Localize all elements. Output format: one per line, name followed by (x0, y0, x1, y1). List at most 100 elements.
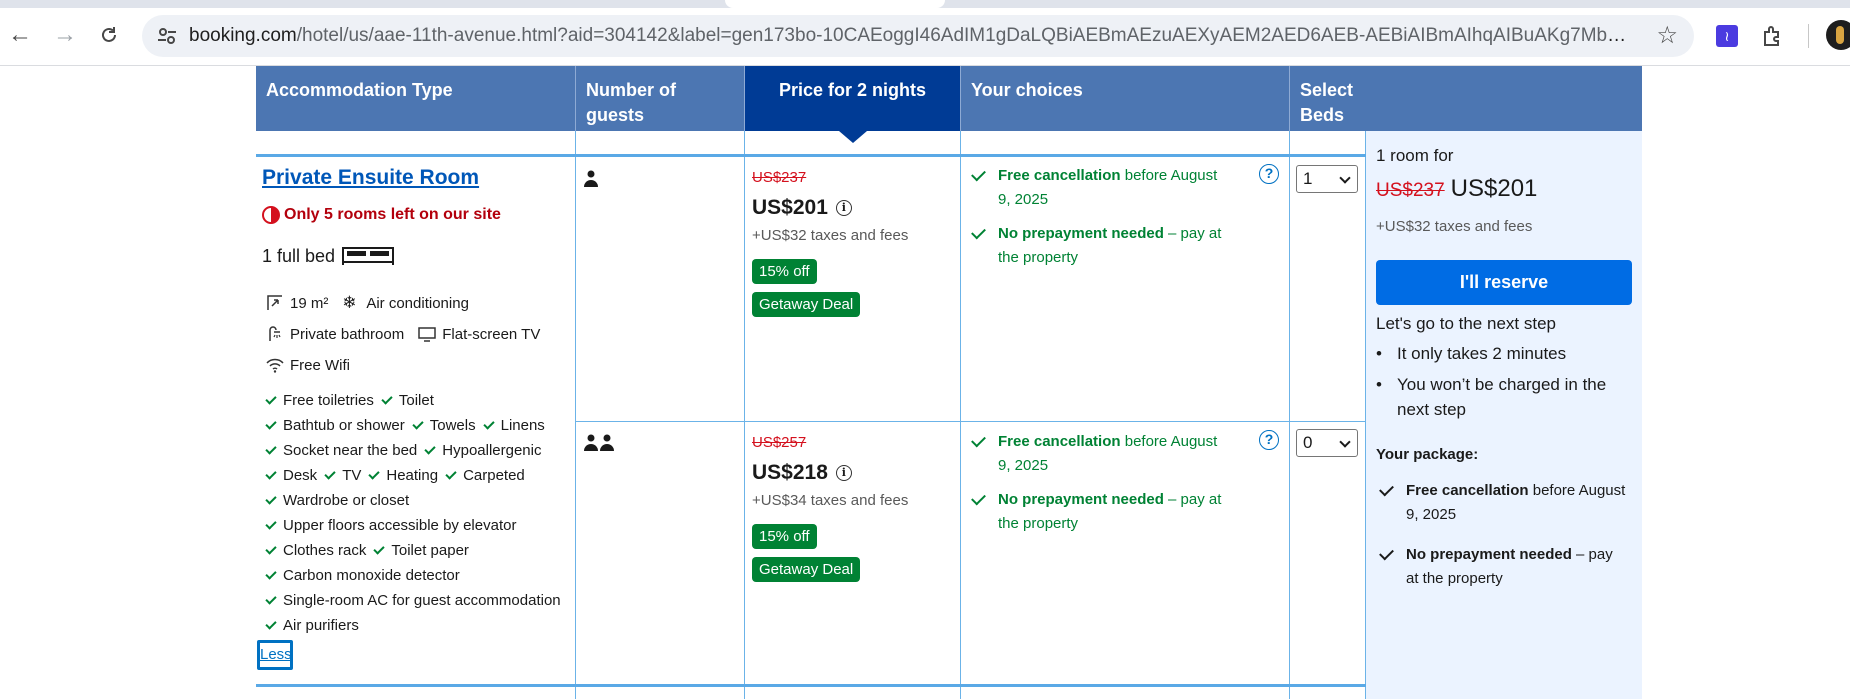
facilities-row: 19 m² ❄ Air conditioning (266, 294, 469, 312)
facilities-row: Private bathroom Flat-screen TV (266, 325, 540, 343)
amenity-row: Free toiletries Toilet (262, 392, 434, 409)
address-bar[interactable]: booking.com/hotel/us/aae-11th-avenue.htm… (142, 15, 1694, 57)
column-divider (1289, 131, 1290, 699)
deal-badge: Getaway Deal (752, 292, 861, 317)
amenity-item: Hypoallergenic (442, 442, 542, 459)
sort-indicator (839, 131, 867, 143)
amenity-item: Bathtub or shower (283, 417, 405, 434)
avatar-figure (1836, 26, 1844, 44)
column-divider (744, 131, 745, 699)
url-path: /hotel/us/aae-11th-avenue.html?aid=30414… (296, 25, 1629, 46)
bookmark-star-icon[interactable]: ☆ (1656, 23, 1678, 49)
room-size-icon (267, 295, 282, 310)
prepay-bold: No prepayment needed (998, 225, 1164, 242)
amenity-item: Carbon monoxide detector (283, 567, 460, 584)
amenity-row: Bathtub or shower Towels Linens (262, 417, 545, 434)
amenity-item: Free toiletries (283, 392, 374, 409)
table-header: Accommodation Type Number of guests Pric… (256, 66, 1642, 131)
active-tab[interactable] (725, 0, 945, 8)
chevron-down-icon (1339, 436, 1351, 448)
less-link[interactable]: Less (257, 640, 293, 670)
amenity-row: Single-room AC for guest accommodation (262, 592, 561, 609)
back-icon[interactable]: ← (5, 20, 35, 50)
info-icon[interactable]: i (835, 200, 852, 216)
extensions-puzzle-icon[interactable] (1760, 23, 1786, 49)
check-icon (324, 467, 336, 480)
check-icon (368, 467, 381, 480)
tv-icon (418, 327, 436, 342)
amenity-item: TV (342, 467, 362, 484)
scarcity-message: Only 5 rooms left on our site (262, 206, 501, 224)
prepay-bold: No prepayment needed (998, 491, 1164, 508)
amenity-item: Towels (429, 417, 476, 434)
site-settings-icon[interactable] (156, 25, 178, 47)
column-divider (960, 131, 961, 699)
facility-wifi: Free Wifi (290, 356, 350, 374)
check-icon (265, 592, 277, 605)
summary-old-price: US$237 (1376, 180, 1445, 201)
check-icon (445, 467, 457, 480)
browser-toolbar: ← → booking.com/hotel/us/aae-11th-avenue… (0, 0, 1850, 66)
facility-tv: Flat-screen TV (442, 325, 541, 343)
reload-icon[interactable] (94, 20, 124, 50)
next-step-text: Let's go to the next step (1376, 314, 1556, 333)
cancel-bold: Free cancellation (998, 167, 1121, 184)
facility-ac: Air conditioning (366, 294, 469, 312)
summary-price: US$237 US$201 (1376, 175, 1537, 203)
row-divider (575, 421, 1366, 422)
check-icon (373, 542, 386, 555)
room-quantity-select[interactable]: 1 (1296, 165, 1358, 193)
check-icon (265, 567, 277, 580)
amenity-item: Wardrobe or closet (283, 492, 410, 509)
package-cancellation: Free cancellation before August 9, 2025 (1376, 479, 1626, 527)
summary-taxes: +US$32 taxes and fees (1376, 218, 1533, 235)
help-question-icon[interactable]: ? (1259, 164, 1279, 184)
info-icon[interactable]: i (835, 465, 852, 481)
summary-new-price: US$201 (1450, 175, 1538, 202)
amenity-row: Upper floors accessible by elevator (262, 517, 516, 534)
package-prepayment: No prepayment needed – pay at the proper… (1376, 543, 1626, 591)
toolbar-separator (1808, 24, 1809, 48)
header-price[interactable]: Price for 2 nights (745, 66, 961, 131)
url-text[interactable]: booking.com/hotel/us/aae-11th-avenue.htm… (189, 25, 1629, 47)
check-icon (265, 442, 277, 455)
bullet-text: It only takes 2 minutes (1397, 344, 1567, 363)
column-divider (575, 131, 576, 699)
profile-avatar[interactable] (1826, 20, 1850, 50)
check-icon (265, 542, 277, 555)
price-value: US$201 (752, 196, 828, 219)
select-value: 1 (1303, 169, 1313, 188)
tab-strip (0, 0, 1850, 8)
amenity-row: Clothes rack Toilet paper (262, 542, 469, 559)
cancellation-policy: Free cancellation before August 9, 2025 (968, 430, 1228, 478)
bed-info: 1 full bed (262, 245, 395, 267)
room-quantity-select[interactable]: 0 (1296, 429, 1358, 457)
amenity-item: Socket near the bed (283, 442, 418, 459)
single-guest-icon (584, 170, 598, 187)
amenity-item: Toilet paper (391, 542, 469, 559)
room-title-link[interactable]: Private Ensuite Room (262, 166, 479, 190)
shower-icon (269, 326, 281, 341)
help-question-icon[interactable]: ? (1259, 430, 1279, 450)
forward-icon[interactable]: → (50, 20, 80, 50)
facility-bathroom: Private bathroom (290, 325, 405, 343)
cancel-bold: Free cancellation (998, 433, 1121, 450)
check-icon (265, 617, 277, 630)
amenity-item: Clothes rack (283, 542, 367, 559)
bullet-text: You won’t be charged in the next step (1397, 375, 1607, 419)
package-prepay-bold: No prepayment needed (1406, 546, 1572, 563)
scarcity-text: Only 5 rooms left on our site (284, 206, 501, 223)
room-count: 1 room for (1376, 146, 1454, 165)
facilities-row: Free Wifi (266, 356, 350, 374)
taxes-fees: +US$34 taxes and fees (752, 492, 909, 509)
package-cancel-bold: Free cancellation (1406, 482, 1529, 499)
amenity-item: Desk (283, 467, 318, 484)
amenity-item: Toilet (398, 392, 434, 409)
reserve-button[interactable]: I'll reserve (1376, 260, 1632, 305)
taxes-fees: +US$32 taxes and fees (752, 227, 909, 244)
room-size: 19 m² (290, 294, 329, 312)
header-number-of-guests: Number of guests (576, 66, 745, 131)
check-icon (381, 392, 393, 405)
current-price: US$201 i (752, 196, 852, 220)
extension-icon[interactable]: ≀ (1716, 25, 1738, 47)
